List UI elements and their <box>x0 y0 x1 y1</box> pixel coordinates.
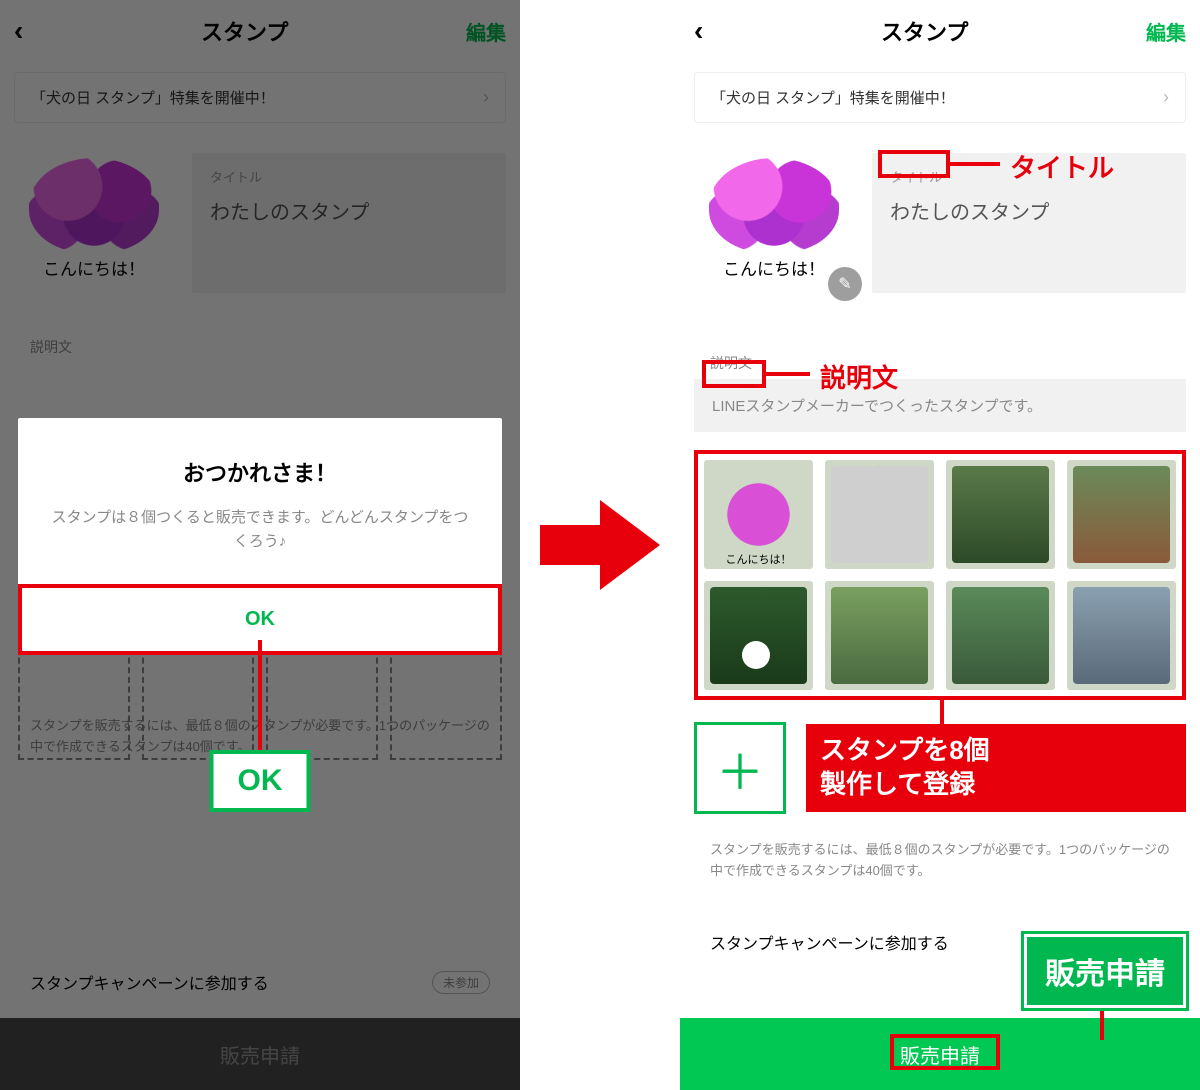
modal-body: スタンプは８個つくると販売できます。どんどんスタンプをつくろう♪ <box>18 506 502 584</box>
completion-modal: おつかれさま！ スタンプは８個つくると販売できます。どんどんスタンプをつくろう♪… <box>18 418 502 655</box>
callout-box-apply <box>890 1034 1000 1070</box>
annotation-line <box>940 700 944 724</box>
edit-button[interactable]: 編集 <box>1146 17 1186 46</box>
stamp-grid <box>694 450 1186 700</box>
stamp-thumb[interactable] <box>704 581 813 690</box>
title-value: わたしのスタンプ <box>890 196 1168 225</box>
package-thumbnail[interactable]: こんにちは！ ✎ <box>694 153 854 293</box>
description-value: LINEスタンプメーカーでつくったスタンプです。 <box>712 398 1042 415</box>
callout-ok: OK <box>210 750 311 812</box>
page-title: スタンプ <box>703 15 1146 47</box>
edit-pencil-icon[interactable]: ✎ <box>828 267 862 301</box>
stamp-thumb[interactable] <box>825 581 934 690</box>
callout-box-title-label <box>878 150 950 178</box>
callout-make-8: スタンプを8個 製作して登録 <box>806 724 1186 812</box>
left-screenshot: ‹ スタンプ 編集 「犬の日 スタンプ」特集を開催中！ › こんにちは！ タイト… <box>0 0 520 1090</box>
stamp-thumb[interactable] <box>704 460 813 569</box>
add-stamp-button[interactable]: ＋ <box>694 722 786 814</box>
back-icon[interactable]: ‹ <box>694 15 703 47</box>
stamp-thumb[interactable] <box>1067 460 1176 569</box>
transition-arrow-icon <box>520 0 680 1090</box>
requirement-hint: スタンプを販売するには、最低８個のスタンプが必要です。1つのパッケージの中で作成… <box>710 840 1170 882</box>
annotation-line <box>950 162 1000 166</box>
stamp-thumb[interactable] <box>946 460 1055 569</box>
modal-title: おつかれさま！ <box>18 418 502 506</box>
callout-title: タイトル <box>1010 148 1114 185</box>
callout-box-desc-label <box>702 360 766 388</box>
callout-apply: 販売申請 <box>1024 934 1186 1008</box>
right-screenshot: ‹ スタンプ 編集 「犬の日 スタンプ」特集を開催中！ › こんにちは！ ✎ タ… <box>680 0 1200 1090</box>
description-field[interactable]: LINEスタンプメーカーでつくったスタンプです。 <box>694 379 1186 432</box>
stamp-thumb[interactable] <box>1067 581 1176 690</box>
callout-desc: 説明文 <box>820 358 898 395</box>
description-label: 説明文 <box>710 353 1200 373</box>
chevron-right-icon: › <box>1163 87 1169 108</box>
campaign-text: スタンプキャンペーンに参加する <box>710 930 949 954</box>
annotation-line <box>1100 1006 1104 1040</box>
flower-icon <box>709 158 839 253</box>
stamp-thumb[interactable] <box>825 460 934 569</box>
stamp-thumb[interactable] <box>946 581 1055 690</box>
promo-text: 「犬の日 スタンプ」特集を開催中！ <box>711 87 955 108</box>
promo-banner[interactable]: 「犬の日 スタンプ」特集を開催中！ › <box>694 72 1186 123</box>
annotation-line <box>258 640 262 752</box>
annotation-line <box>766 372 810 376</box>
